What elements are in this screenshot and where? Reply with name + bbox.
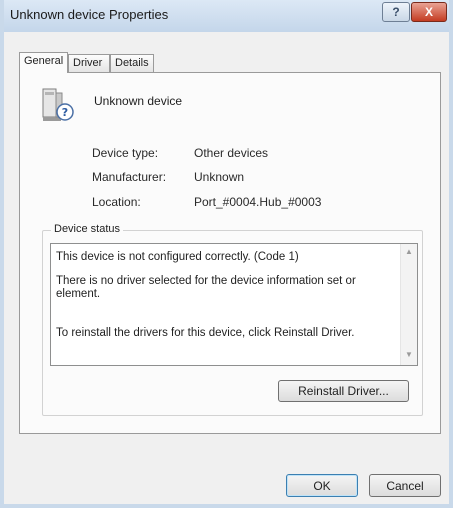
status-line-4: To reinstall the drivers for this device… (56, 327, 355, 339)
device-name: Unknown device (94, 94, 183, 108)
location-label: Location: (92, 195, 141, 209)
device-status-group: Device status This device is not configu… (42, 223, 423, 416)
device-status-textbox[interactable]: This device is not configured correctly.… (50, 243, 418, 366)
ok-button[interactable]: OK (286, 474, 358, 497)
help-button[interactable]: ? (382, 2, 410, 22)
status-scrollbar[interactable]: ▲ ▼ (400, 244, 417, 365)
tab-general[interactable]: General (19, 52, 68, 73)
device-status-label: Device status (51, 223, 124, 235)
scroll-up-icon[interactable]: ▲ (405, 247, 413, 256)
device-type-label: Device type: (92, 146, 159, 160)
reinstall-driver-button[interactable]: Reinstall Driver... (278, 380, 409, 402)
help-icon: ? (392, 5, 400, 19)
general-tab-panel: ? Unknown device Device type: Other devi… (19, 72, 441, 434)
window-title: Unknown device Properties (10, 7, 169, 22)
manufacturer-value: Unknown (194, 170, 245, 184)
status-line-1: This device is not configured correctly.… (56, 251, 299, 263)
svg-text:?: ? (62, 106, 68, 119)
title-bar[interactable]: Unknown device Properties ? X (4, 0, 449, 32)
manufacturer-label: Manufacturer: (92, 170, 167, 184)
location-value: Port_#0004.Hub_#0003 (194, 195, 322, 209)
device-type-value: Other devices (194, 146, 269, 160)
status-line-2: There is no driver selected for the devi… (56, 275, 356, 287)
status-line-3: element. (56, 288, 101, 300)
cancel-button[interactable]: Cancel (369, 474, 441, 497)
scroll-down-icon[interactable]: ▼ (405, 350, 413, 359)
unknown-device-icon: ? (42, 88, 74, 121)
tab-driver[interactable]: Driver (68, 54, 110, 72)
tab-details[interactable]: Details (110, 54, 154, 72)
close-button[interactable]: X (411, 2, 447, 22)
properties-window: Unknown device Properties ? X General Dr… (0, 0, 453, 508)
close-icon: X (424, 5, 433, 19)
